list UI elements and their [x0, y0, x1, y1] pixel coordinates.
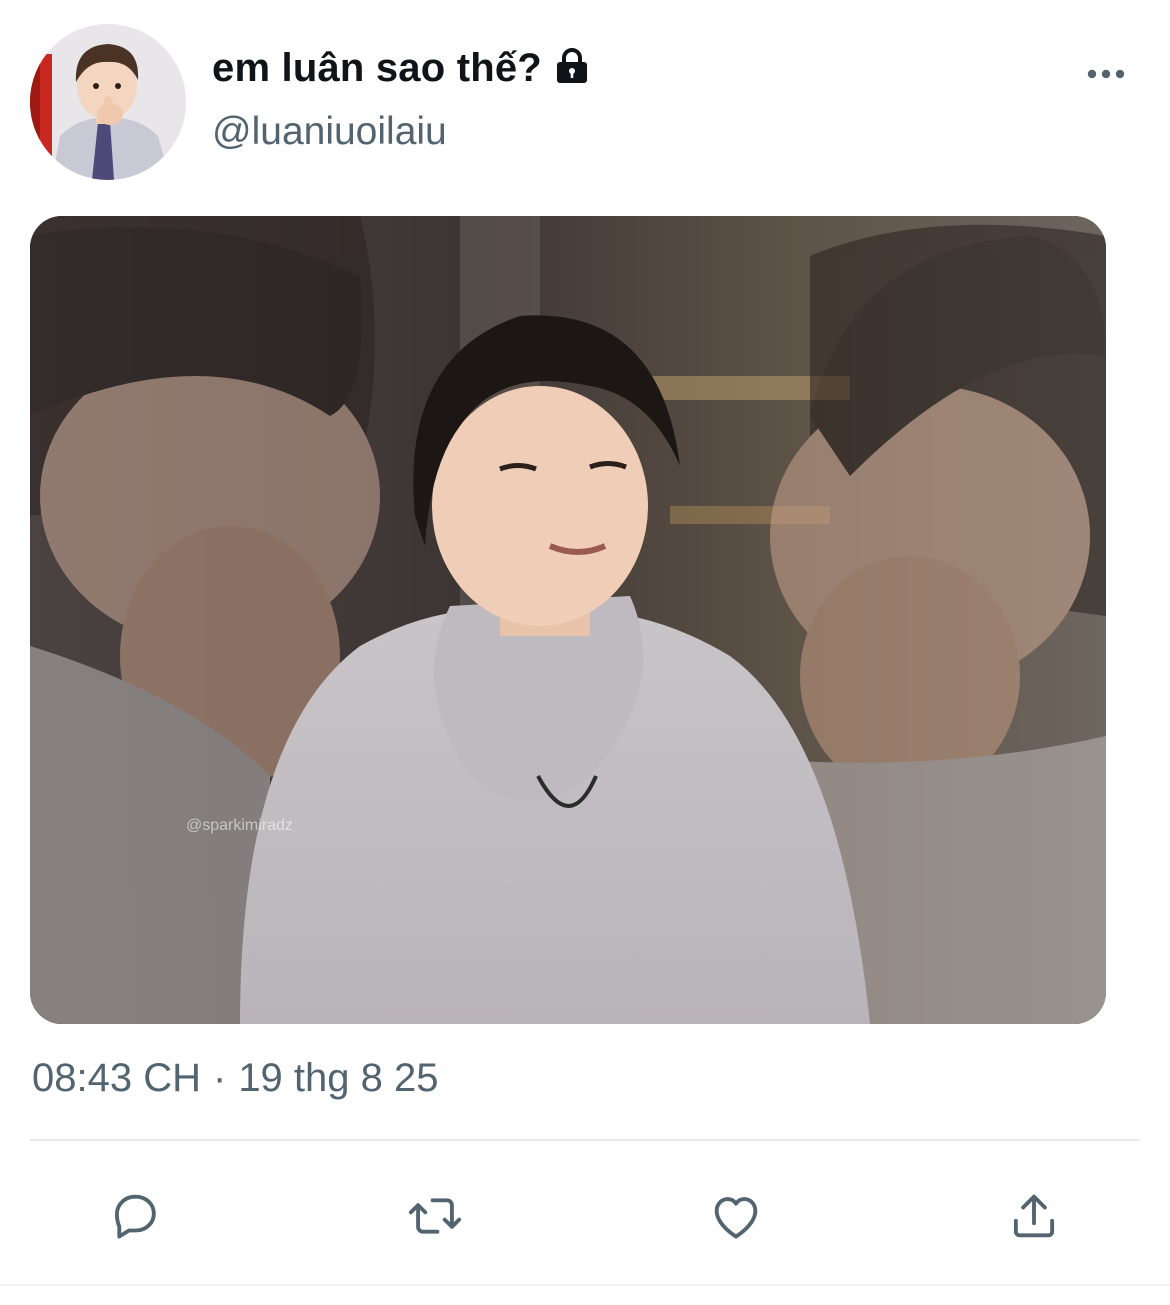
- username-handle[interactable]: @luaniuoilaiu: [212, 110, 447, 154]
- tweet-date: 19 thg 8 25: [238, 1056, 439, 1100]
- divider: [30, 1139, 1140, 1141]
- share-button[interactable]: [1002, 1184, 1066, 1248]
- bottom-divider: [0, 1284, 1170, 1286]
- avatar[interactable]: [30, 24, 186, 180]
- heart-icon: [714, 1197, 758, 1239]
- timestamp[interactable]: 08:43 CH · 19 thg 8 25: [32, 1056, 439, 1101]
- media-watermark: @sparkimiradz: [186, 817, 293, 834]
- retweet-icon: [408, 1198, 462, 1234]
- share-icon: [1013, 1194, 1055, 1238]
- reply-button[interactable]: [103, 1184, 167, 1248]
- tweet-card: em luân sao thế? @luaniuoilaiu @sparkimi…: [0, 0, 1170, 1305]
- retweet-button[interactable]: [403, 1184, 467, 1248]
- tweet-media-image[interactable]: @sparkimiradz: [30, 216, 1106, 1024]
- like-button[interactable]: [704, 1184, 768, 1248]
- tweet-time: 08:43 CH: [32, 1056, 201, 1100]
- author-name-row: em luân sao thế?: [212, 40, 592, 96]
- reply-icon: [114, 1194, 156, 1239]
- lock-icon: [556, 48, 587, 83]
- timestamp-separator: ·: [212, 1056, 227, 1100]
- more-options-button[interactable]: [1080, 52, 1132, 96]
- more-dots-icon: [1087, 69, 1125, 79]
- display-name[interactable]: em luân sao thế?: [212, 46, 542, 91]
